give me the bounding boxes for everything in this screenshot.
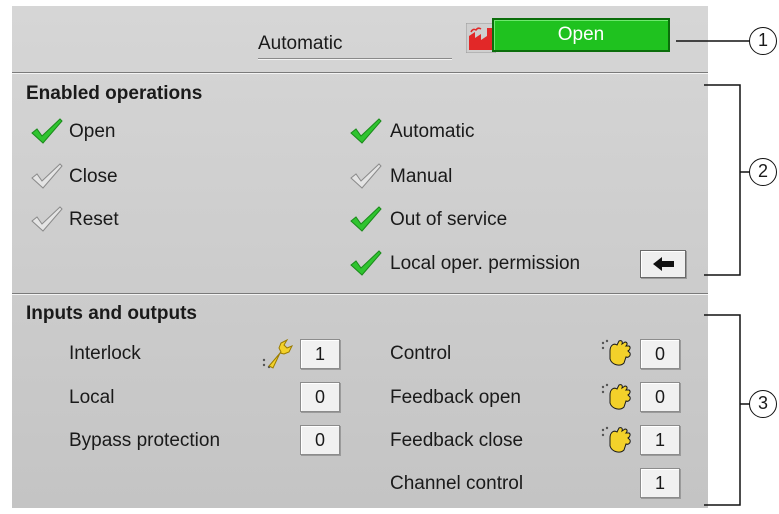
valve-state-display: Open <box>492 18 670 52</box>
operation-label: Open <box>69 121 116 142</box>
arrow-left-icon <box>653 257 674 271</box>
value-bypass-protection: 0 <box>300 425 340 455</box>
check-disabled-icon <box>30 206 64 232</box>
hand-icon <box>600 381 636 413</box>
operation-label: Close <box>69 166 118 187</box>
inputs-outputs-title: Inputs and outputs <box>26 303 197 324</box>
local-permission-arrow-button[interactable] <box>640 250 686 278</box>
io-label-bypass-protection: Bypass protection <box>69 430 221 451</box>
wrench-icon <box>261 338 295 370</box>
callout-3: 3 <box>749 390 777 418</box>
io-label-interlock: Interlock <box>69 343 141 364</box>
check-disabled-icon <box>349 163 383 189</box>
operation-label: Local oper. permission <box>390 253 581 274</box>
value-feedback-close: 1 <box>640 425 680 455</box>
check-enabled-icon <box>30 118 64 144</box>
callout-1: 1 <box>749 27 777 55</box>
io-label-channel-control: Channel control <box>390 473 524 494</box>
callout-1-leader <box>676 30 750 50</box>
io-label-local: Local <box>69 387 115 408</box>
operating-mode-label: Automatic <box>258 33 343 54</box>
callout-2-bracket <box>700 80 752 280</box>
mode-underline <box>258 58 452 60</box>
operation-label: Manual <box>390 166 453 187</box>
value-channel-control: 1 <box>640 468 680 498</box>
hand-icon <box>600 424 636 456</box>
check-enabled-icon <box>349 206 383 232</box>
value-interlock: 1 <box>300 339 340 369</box>
value-feedback-open: 0 <box>640 382 680 412</box>
value-local: 0 <box>300 382 340 412</box>
check-disabled-icon <box>30 163 64 189</box>
separator <box>12 72 708 74</box>
check-enabled-icon <box>349 250 383 276</box>
hand-icon <box>600 337 636 369</box>
operation-label: Out of service <box>390 209 508 230</box>
check-enabled-icon <box>349 118 383 144</box>
operation-label: Reset <box>69 209 119 230</box>
separator <box>12 293 708 295</box>
io-label-control: Control <box>390 343 452 364</box>
enabled-operations-title: Enabled operations <box>26 83 203 104</box>
operation-label: Automatic <box>390 121 475 142</box>
io-label-feedback-open: Feedback open <box>390 387 521 408</box>
io-label-feedback-close: Feedback close <box>390 430 524 451</box>
callout-3-bracket <box>700 310 752 510</box>
value-control: 0 <box>640 339 680 369</box>
callout-2: 2 <box>749 158 777 186</box>
